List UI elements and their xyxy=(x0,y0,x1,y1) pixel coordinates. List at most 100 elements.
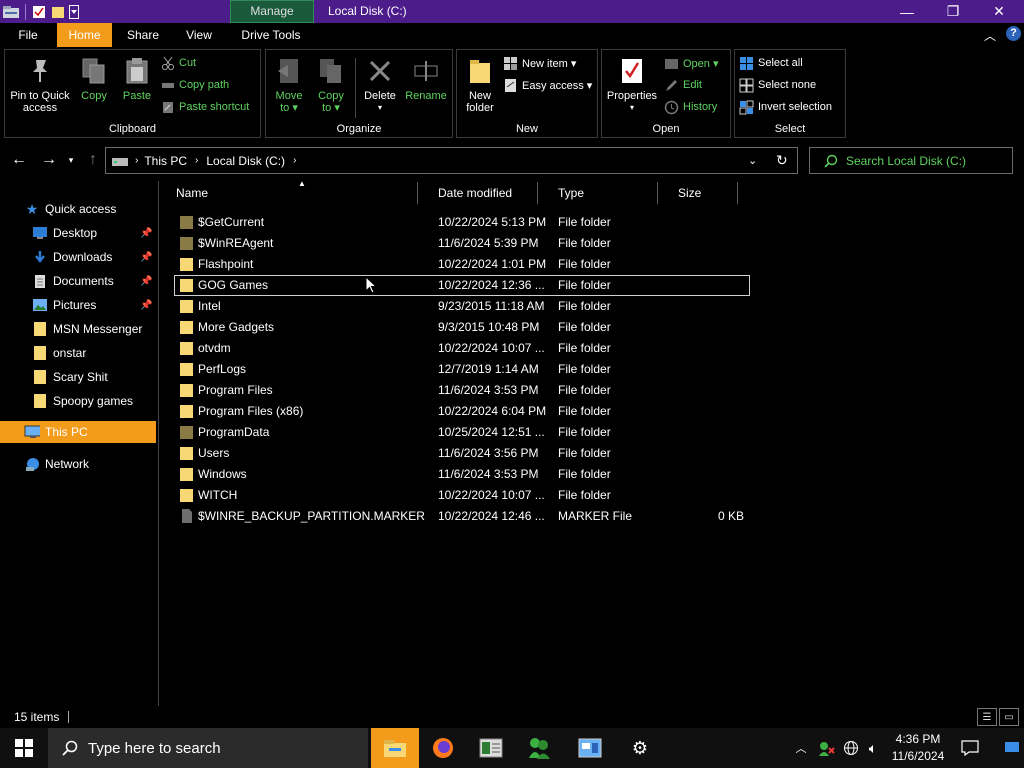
nav-item-spoopy-games[interactable]: Spoopy games xyxy=(0,390,156,412)
table-row[interactable]: WITCH 10/22/2024 10:07 ... File folder xyxy=(174,485,750,506)
breadcrumb-local-disk[interactable]: Local Disk (C:) xyxy=(206,154,285,168)
back-arrow-icon[interactable]: ← xyxy=(8,144,30,176)
paste-button[interactable]: Paste xyxy=(117,54,157,102)
column-header-name[interactable]: Name xyxy=(170,182,418,204)
table-row[interactable]: otvdm 10/22/2024 10:07 ... File folder xyxy=(174,338,750,359)
messenger-taskbar-icon[interactable] xyxy=(515,728,563,768)
show-hidden-icons-chevron[interactable]: ︿ xyxy=(790,728,812,768)
tab-file[interactable]: File xyxy=(8,23,48,47)
nav-item-onstar[interactable]: onstar xyxy=(0,342,156,364)
tab-share[interactable]: Share xyxy=(120,23,166,47)
tab-view[interactable]: View xyxy=(178,23,220,47)
recent-locations-chevron-icon[interactable]: ▾ xyxy=(64,144,78,176)
new-folder-qat-icon[interactable] xyxy=(50,4,66,20)
up-arrow-icon[interactable]: ↑ xyxy=(84,144,102,176)
table-row[interactable]: More Gadgets 9/3/2015 10:48 PM File folder xyxy=(174,317,750,338)
table-row[interactable]: Program Files (x86) 10/22/2024 6:04 PM Fil… xyxy=(174,401,750,422)
move-to-button[interactable]: Move to ▾ xyxy=(268,54,310,114)
nav-item-scary-shit[interactable]: Scary Shit xyxy=(0,366,156,388)
table-row[interactable]: $WINRE_BACKUP_PARTITION.MARKER 10/22/2024… xyxy=(174,506,750,527)
column-header-type[interactable]: Type xyxy=(552,182,658,204)
copy-to-button[interactable]: Copy to ▾ xyxy=(310,54,352,114)
large-icons-view-icon[interactable]: ▭ xyxy=(999,708,1019,726)
paste-shortcut-button[interactable]: Paste shortcut xyxy=(160,98,249,116)
properties-qat-icon[interactable] xyxy=(31,4,47,20)
minimize-button[interactable]: — xyxy=(884,0,930,23)
properties-button[interactable]: Properties ▾ xyxy=(604,54,660,114)
minimize-ribbon-icon[interactable]: ︿ xyxy=(984,27,996,44)
tab-drive-tools[interactable]: Drive Tools xyxy=(236,23,306,47)
new-folder-button[interactable]: New folder xyxy=(459,54,501,114)
nav-item-msn-messenger[interactable]: MSN Messenger xyxy=(0,318,156,340)
manage-context-tab[interactable]: Manage xyxy=(230,0,314,23)
navigation-pane: ★ Quick access Desktop 📌 Downloads 📌 Doc… xyxy=(0,196,158,706)
table-row[interactable]: $GetCurrent 10/22/2024 5:13 PM File folder xyxy=(174,212,750,233)
easy-access-button[interactable]: Easy access ▾ xyxy=(503,76,592,94)
details-view-icon[interactable]: ☰ xyxy=(977,708,997,726)
paste-shortcut-label: Paste shortcut xyxy=(179,101,250,113)
edit-button[interactable]: Edit xyxy=(664,76,702,94)
table-row[interactable]: Intel 9/23/2015 11:18 AM File folder xyxy=(174,296,750,317)
select-none-button[interactable]: Select none xyxy=(739,76,816,94)
notification-center-icon[interactable] xyxy=(958,728,982,768)
file-name: GOG Games xyxy=(198,278,269,292)
copy-button[interactable]: Copy xyxy=(75,54,113,102)
forward-arrow-icon[interactable]: → xyxy=(38,144,60,176)
address-history-dropdown-icon[interactable]: ⌄ xyxy=(748,154,757,167)
pin-to-quick-access-button[interactable]: Pin to Quick access xyxy=(7,54,73,114)
column-header-size[interactable]: Size xyxy=(672,182,738,204)
table-row[interactable]: $WinREAgent 11/6/2024 5:39 PM File folder xyxy=(174,233,750,254)
volume-icon[interactable]: 🔈︎ xyxy=(862,728,884,768)
table-row[interactable]: GOG Games 10/22/2024 12:36 ... File folder xyxy=(174,275,750,296)
customize-qat-dropdown-icon[interactable] xyxy=(69,4,79,19)
windows-start-icon[interactable] xyxy=(0,728,48,768)
delete-button[interactable]: Delete ▾ xyxy=(358,54,402,114)
pane-splitter[interactable] xyxy=(158,181,159,706)
refresh-icon[interactable]: ↻ xyxy=(776,152,788,169)
nav-item-desktop[interactable]: Desktop 📌 xyxy=(0,222,156,244)
maximize-button[interactable]: ❐ xyxy=(930,0,976,23)
nav-quick-access[interactable]: ★ Quick access xyxy=(0,198,156,220)
copy-path-button[interactable]: Copy path xyxy=(160,76,229,94)
settings-gear-taskbar-icon[interactable]: ⚙ xyxy=(616,728,664,768)
nav-item-downloads[interactable]: Downloads 📌 xyxy=(0,246,156,268)
cut-button[interactable]: Cut xyxy=(160,54,196,72)
select-all-button[interactable]: Select all xyxy=(739,54,803,72)
file-explorer-taskbar-icon[interactable] xyxy=(371,728,419,768)
network-globe-icon[interactable] xyxy=(840,728,862,768)
table-row[interactable]: Program Files 11/6/2024 3:53 PM File folde… xyxy=(174,380,750,401)
address-bar[interactable]: › This PC › Local Disk (C:) › ⌄ ↻ xyxy=(105,147,798,174)
nav-item-pictures[interactable]: Pictures 📌 xyxy=(0,294,156,316)
nav-item-network[interactable]: Network xyxy=(0,453,156,475)
app-window-taskbar-icon[interactable] xyxy=(467,728,515,768)
security-tray-icon[interactable] xyxy=(814,728,838,768)
help-icon[interactable]: ? xyxy=(1006,26,1021,41)
rename-button[interactable]: Rename xyxy=(402,54,450,102)
control-panel-taskbar-icon[interactable] xyxy=(566,728,614,768)
table-row[interactable]: Users 11/6/2024 3:56 PM File folder xyxy=(174,443,750,464)
open-button[interactable]: Open ▾ xyxy=(664,54,719,72)
column-header-date[interactable]: Date modified xyxy=(432,182,538,204)
history-button[interactable]: History xyxy=(664,98,717,116)
close-button[interactable]: ✕ xyxy=(976,0,1022,23)
search-box[interactable]: Search Local Disk (C:) xyxy=(809,147,1013,174)
breadcrumb-this-pc[interactable]: This PC xyxy=(144,154,187,168)
drive-location-icon xyxy=(111,154,129,168)
invert-selection-button[interactable]: Invert selection xyxy=(739,98,832,116)
taskbar-clock[interactable]: 4:36 PM 11/6/2024 xyxy=(888,731,948,765)
new-item-button[interactable]: New item ▾ xyxy=(503,54,576,72)
table-row[interactable]: PerfLogs 12/7/2019 1:14 AM File folder xyxy=(174,359,750,380)
show-desktop-icon[interactable] xyxy=(1000,728,1024,768)
properties-icon xyxy=(617,56,647,86)
firefox-taskbar-icon[interactable] xyxy=(419,728,467,768)
pin-icon: 📌 xyxy=(140,251,153,263)
folder-icon xyxy=(180,215,194,229)
nav-item-documents[interactable]: Documents 📌 xyxy=(0,270,156,292)
table-row[interactable]: ProgramData 10/25/2024 12:51 ... File fold… xyxy=(174,422,750,443)
tab-home[interactable]: Home xyxy=(57,23,112,47)
taskbar-search-box[interactable]: Type here to search xyxy=(48,728,368,768)
table-row[interactable]: Windows 11/6/2024 3:53 PM File folder xyxy=(174,464,750,485)
nav-item-this-pc[interactable]: This PC xyxy=(0,421,156,443)
table-row[interactable]: Flashpoint 10/22/2024 1:01 PM File folder xyxy=(174,254,750,275)
explorer-app-icon[interactable] xyxy=(2,4,20,20)
